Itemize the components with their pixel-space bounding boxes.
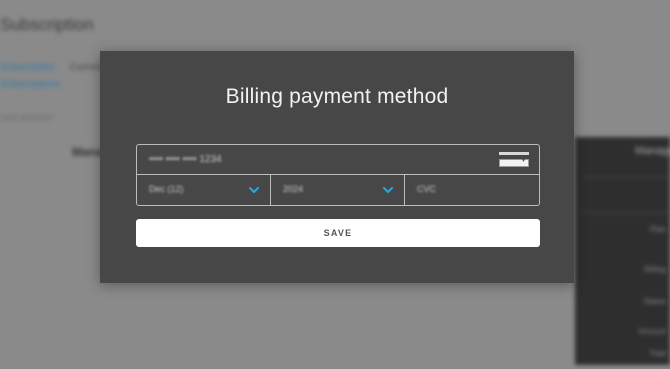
cvc-field[interactable]: CVC bbox=[405, 175, 539, 205]
card-details-row: Dec (12) 2024 CVC bbox=[137, 175, 539, 205]
expiry-year-select[interactable]: 2024 bbox=[271, 175, 405, 205]
side-panel-line: Status bbox=[643, 297, 666, 306]
side-panel-line: Plan bbox=[649, 225, 666, 234]
page-title: Subscription bbox=[0, 15, 94, 34]
billing-modal: Billing payment method •••• •••• •••• 12… bbox=[100, 51, 574, 283]
expiry-month-select[interactable]: Dec (12) bbox=[137, 175, 271, 205]
card-number-value: •••• •••• •••• 1234 bbox=[149, 154, 222, 165]
subscriptions-link[interactable]: Subscriptions bbox=[0, 79, 60, 90]
side-panel-line: Billing bbox=[644, 265, 666, 274]
chevron-down-icon bbox=[383, 187, 393, 193]
card-number-field[interactable]: •••• •••• •••• 1234 ▾ bbox=[137, 145, 539, 175]
modal-title: Billing payment method bbox=[225, 85, 449, 108]
cvc-value: CVC bbox=[417, 184, 437, 194]
tab-current[interactable]: Current bbox=[70, 62, 103, 73]
side-panel-line: Amount bbox=[638, 327, 666, 336]
side-panel: Manage Plan Billing Status Amount Total bbox=[575, 137, 670, 365]
expiry-month-value: Dec (12) bbox=[149, 184, 184, 194]
last-updated-text: Last updated bbox=[0, 112, 53, 122]
side-panel-line: Total bbox=[649, 349, 666, 358]
side-panel-title: Manage bbox=[635, 145, 670, 157]
divider bbox=[583, 177, 670, 178]
card-form: •••• •••• •••• 1234 ▾ Dec (12) 2024 CVC bbox=[136, 144, 540, 206]
divider bbox=[583, 212, 670, 213]
save-button[interactable]: SAVE bbox=[136, 219, 540, 247]
autofill-icon[interactable]: ▾ bbox=[499, 152, 529, 169]
chevron-down-icon bbox=[249, 187, 259, 193]
expiry-year-value: 2024 bbox=[283, 184, 304, 194]
breadcrumb-link[interactable]: Subscription bbox=[0, 62, 55, 73]
